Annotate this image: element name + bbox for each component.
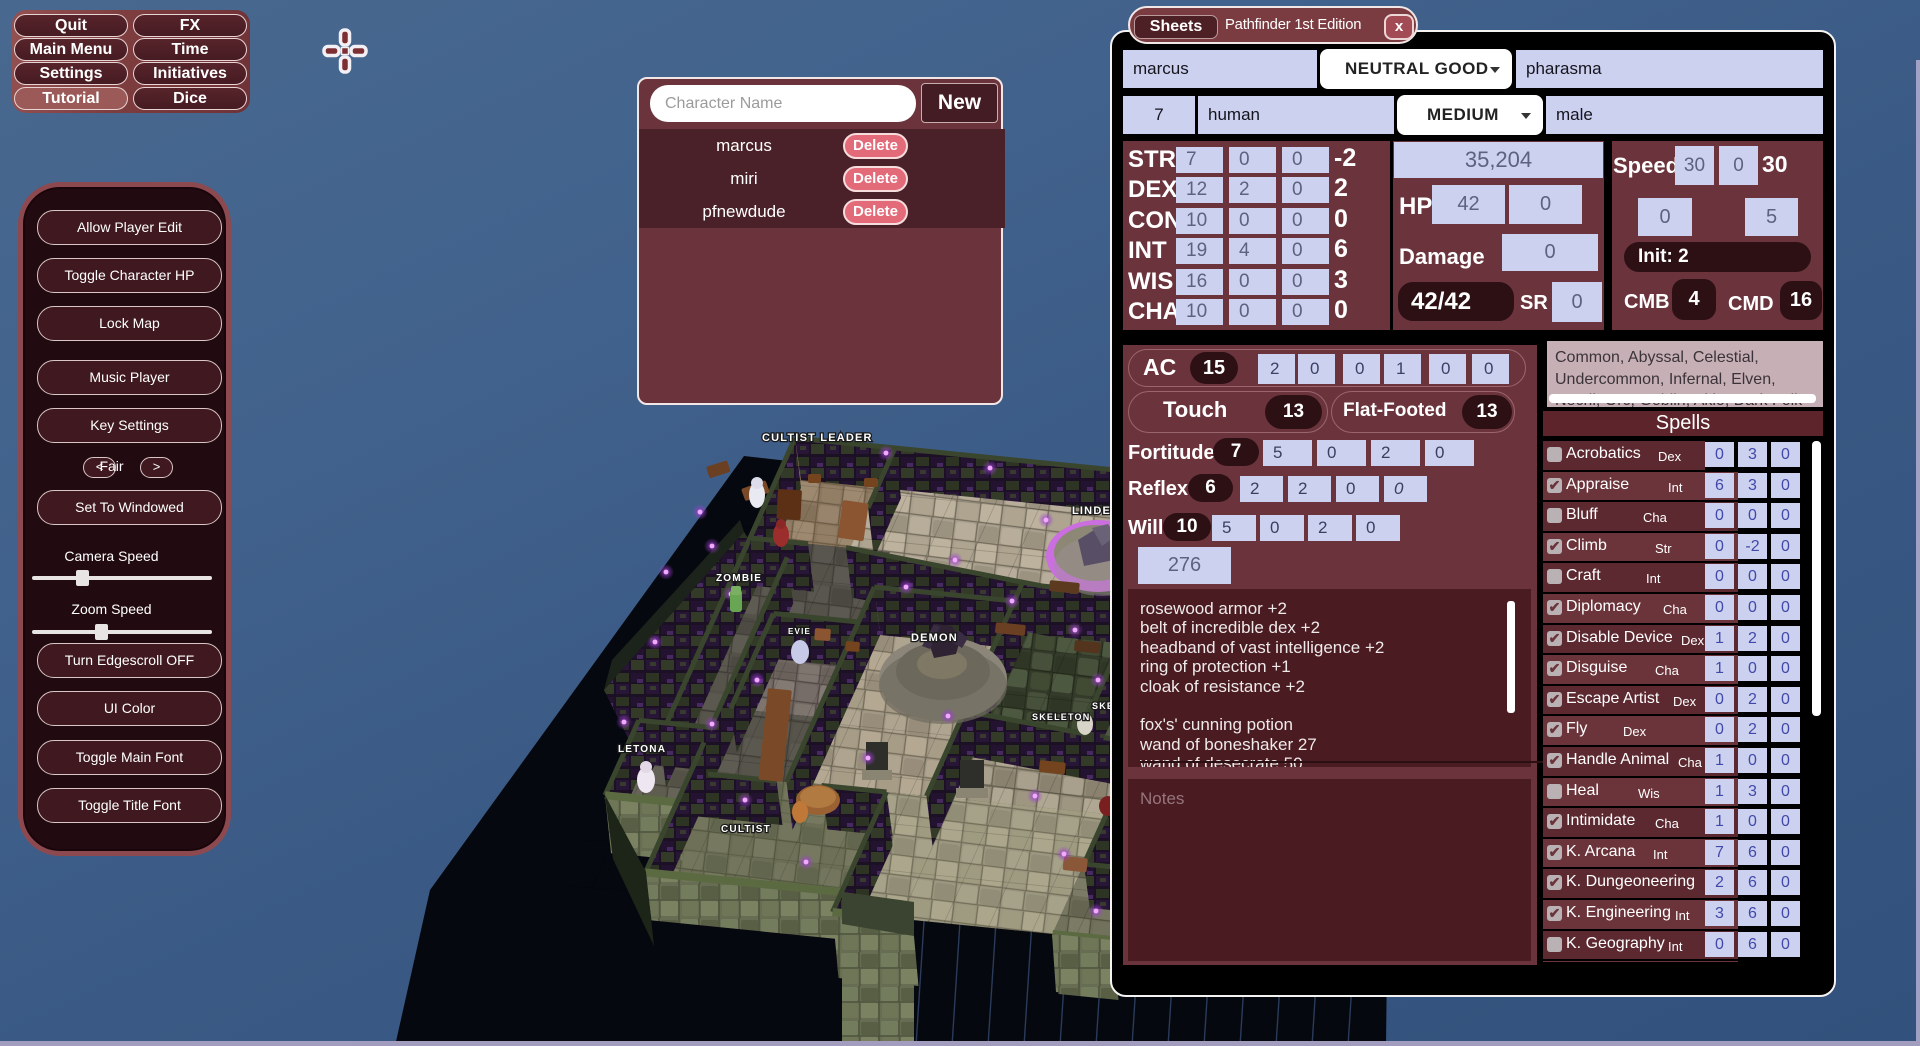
svg-text:LETONA: LETONA — [618, 744, 666, 755]
svg-text:EVIE: EVIE — [788, 627, 811, 636]
svg-text:SKELETON: SKELETON — [1032, 712, 1090, 722]
svg-text:ZOMBIE: ZOMBIE — [716, 573, 762, 584]
svg-text:CULTIST LEADER: CULTIST LEADER — [762, 432, 873, 444]
svg-text:DEMON: DEMON — [911, 632, 958, 644]
svg-text:CULTIST: CULTIST — [721, 824, 771, 835]
